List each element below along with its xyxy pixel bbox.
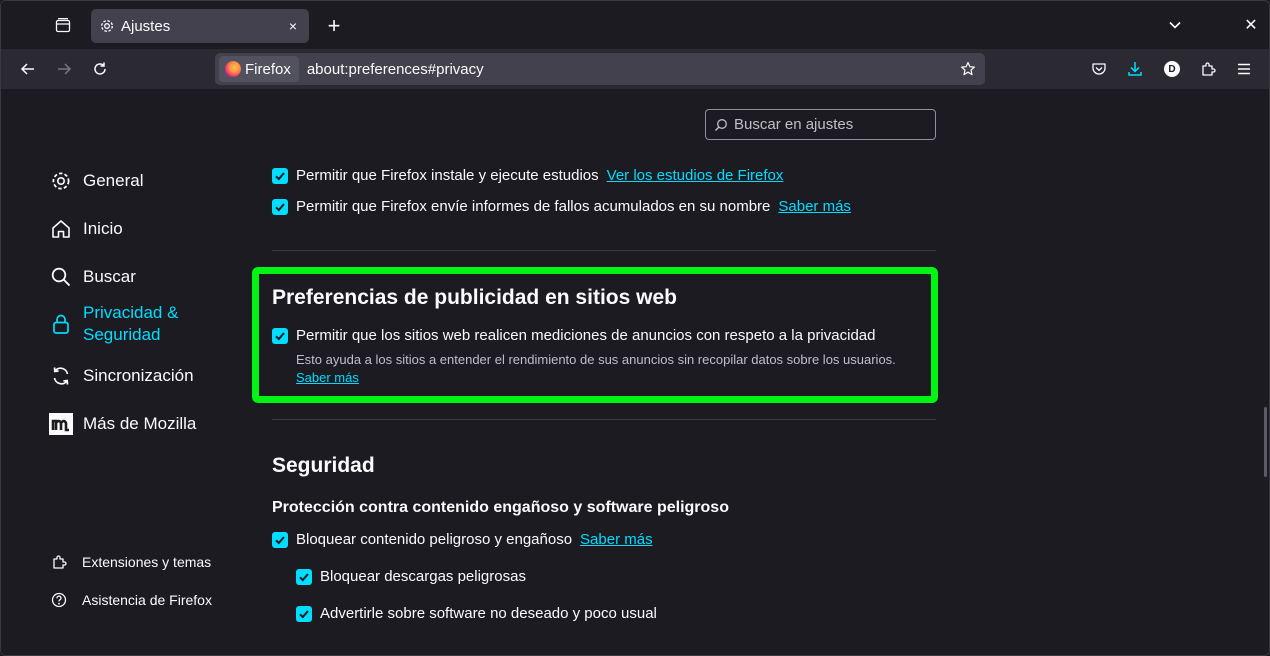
gear-icon xyxy=(49,169,73,193)
search-icon xyxy=(49,265,73,289)
sidebar-link-addons[interactable]: Extensiones y temas xyxy=(49,552,211,572)
sidebar-item-home[interactable]: Inicio xyxy=(49,217,123,241)
studies-option: Permitir que Firefox instale y ejecute e… xyxy=(272,167,783,184)
puzzle-icon xyxy=(49,552,69,572)
tab-close-icon[interactable]: × xyxy=(285,18,301,34)
preferences-content: General Inicio Buscar Privacidad & xyxy=(1,89,1269,655)
new-tab-button[interactable]: + xyxy=(321,13,347,39)
menu-button[interactable] xyxy=(1230,55,1258,83)
block-dangerous-label: Bloquear contenido peligroso y engañoso xyxy=(296,531,573,548)
url-bar[interactable]: Firefox about:preferences#privacy xyxy=(215,53,985,85)
scrollbar-thumb[interactable] xyxy=(1264,407,1267,477)
highlight-box xyxy=(252,267,938,403)
warn-unwanted-checkbox[interactable] xyxy=(296,605,312,622)
sidebar-item-label: Privacidad & xyxy=(83,303,179,322)
block-downloads-checkbox[interactable] xyxy=(296,568,312,585)
back-button[interactable] xyxy=(14,55,42,83)
account-button[interactable]: D xyxy=(1158,55,1186,83)
deceptive-content-subheading: Protección contra contenido engañoso y s… xyxy=(272,499,729,516)
sidebar-link-label: Extensiones y temas xyxy=(82,554,212,570)
sidebar-link-support[interactable]: Asistencia de Firefox xyxy=(49,590,212,610)
nav-bar: Firefox about:preferences#privacy D xyxy=(1,49,1269,89)
identity-box[interactable]: Firefox xyxy=(219,56,299,82)
browser-window: Ajustes × + ✕ Firefox about:preferences#… xyxy=(0,0,1270,656)
checkmark-icon xyxy=(275,535,285,544)
puzzle-icon xyxy=(1202,62,1216,76)
mozilla-logo-icon xyxy=(49,412,73,436)
sidebar-item-label: Sincronización xyxy=(83,366,194,385)
window-close-button[interactable]: ✕ xyxy=(1239,13,1263,37)
checkmark-icon xyxy=(275,171,285,180)
block-dangerous-option: Bloquear contenido peligroso y engañoso … xyxy=(272,531,653,548)
sidebar-item-privacy[interactable]: Privacidad & Seguridad xyxy=(49,302,178,346)
crash-reports-link[interactable]: Saber más xyxy=(778,198,851,215)
arrow-left-icon xyxy=(20,63,34,75)
hamburger-menu-icon xyxy=(1238,63,1250,75)
bookmark-star-icon[interactable] xyxy=(957,58,979,80)
crash-reports-checkbox[interactable] xyxy=(272,198,288,215)
sidebar-item-label: Inicio xyxy=(83,219,123,238)
divider xyxy=(272,419,936,420)
crash-reports-label: Permitir que Firefox envíe informes de f… xyxy=(296,198,771,215)
sidebar-item-label: General xyxy=(83,171,144,190)
studies-label: Permitir que Firefox instale y ejecute e… xyxy=(296,167,599,184)
checkmark-icon xyxy=(275,202,285,211)
block-dangerous-link[interactable]: Saber más xyxy=(580,531,653,548)
url-text[interactable]: about:preferences#privacy xyxy=(307,61,957,78)
tab-settings[interactable]: Ajustes × xyxy=(91,9,309,43)
extensions-button[interactable] xyxy=(1194,55,1222,83)
lock-icon xyxy=(49,312,73,336)
studies-checkbox[interactable] xyxy=(272,167,288,184)
security-heading: Seguridad xyxy=(272,454,375,477)
sidebar-item-label: Buscar xyxy=(83,267,136,286)
divider xyxy=(272,250,936,251)
firefox-view-icon xyxy=(55,18,71,33)
reload-button[interactable] xyxy=(86,55,114,83)
reload-icon xyxy=(94,62,106,75)
chevron-down-icon xyxy=(1169,21,1181,29)
forward-button[interactable] xyxy=(50,55,78,83)
avatar: D xyxy=(1164,61,1180,77)
firefox-view-button[interactable] xyxy=(49,11,77,39)
sidebar-item-sync[interactable]: Sincronización xyxy=(49,364,194,388)
warn-unwanted-label: Advertirle sobre software no deseado y p… xyxy=(320,605,657,622)
sidebar-item-general[interactable]: General xyxy=(49,169,143,193)
sidebar-link-label: Asistencia de Firefox xyxy=(82,592,212,608)
gear-icon xyxy=(99,18,115,34)
downloads-button[interactable] xyxy=(1121,55,1149,83)
pocket-icon xyxy=(1092,63,1106,75)
warn-unwanted-option: Advertirle sobre software no deseado y p… xyxy=(296,605,657,622)
tab-title: Ajustes xyxy=(121,17,171,35)
sidebar-item-search[interactable]: Buscar xyxy=(49,265,136,289)
studies-link[interactable]: Ver los estudios de Firefox xyxy=(607,167,784,184)
checkmark-icon xyxy=(299,609,309,618)
block-downloads-label: Bloquear descargas peligrosas xyxy=(320,568,526,585)
crash-reports-option: Permitir que Firefox envíe informes de f… xyxy=(272,198,851,215)
download-icon xyxy=(1128,62,1142,76)
sync-icon xyxy=(49,364,73,388)
list-all-tabs-button[interactable] xyxy=(1163,13,1187,37)
tab-strip: Ajustes × + ✕ xyxy=(1,1,1269,49)
identity-label: Firefox xyxy=(245,60,291,78)
home-icon xyxy=(49,217,73,241)
checkmark-icon xyxy=(299,572,309,581)
firefox-logo-icon xyxy=(225,61,241,77)
sidebar-item-label: Seguridad xyxy=(83,325,161,344)
block-dangerous-checkbox[interactable] xyxy=(272,531,288,548)
sidebar-item-label: Más de Mozilla xyxy=(83,414,197,433)
sidebar-item-more-from-mozilla[interactable]: Más de Mozilla xyxy=(49,412,196,436)
arrow-right-icon xyxy=(58,63,72,75)
help-icon xyxy=(49,590,69,610)
block-downloads-option: Bloquear descargas peligrosas xyxy=(296,568,526,585)
pocket-button[interactable] xyxy=(1085,55,1113,83)
